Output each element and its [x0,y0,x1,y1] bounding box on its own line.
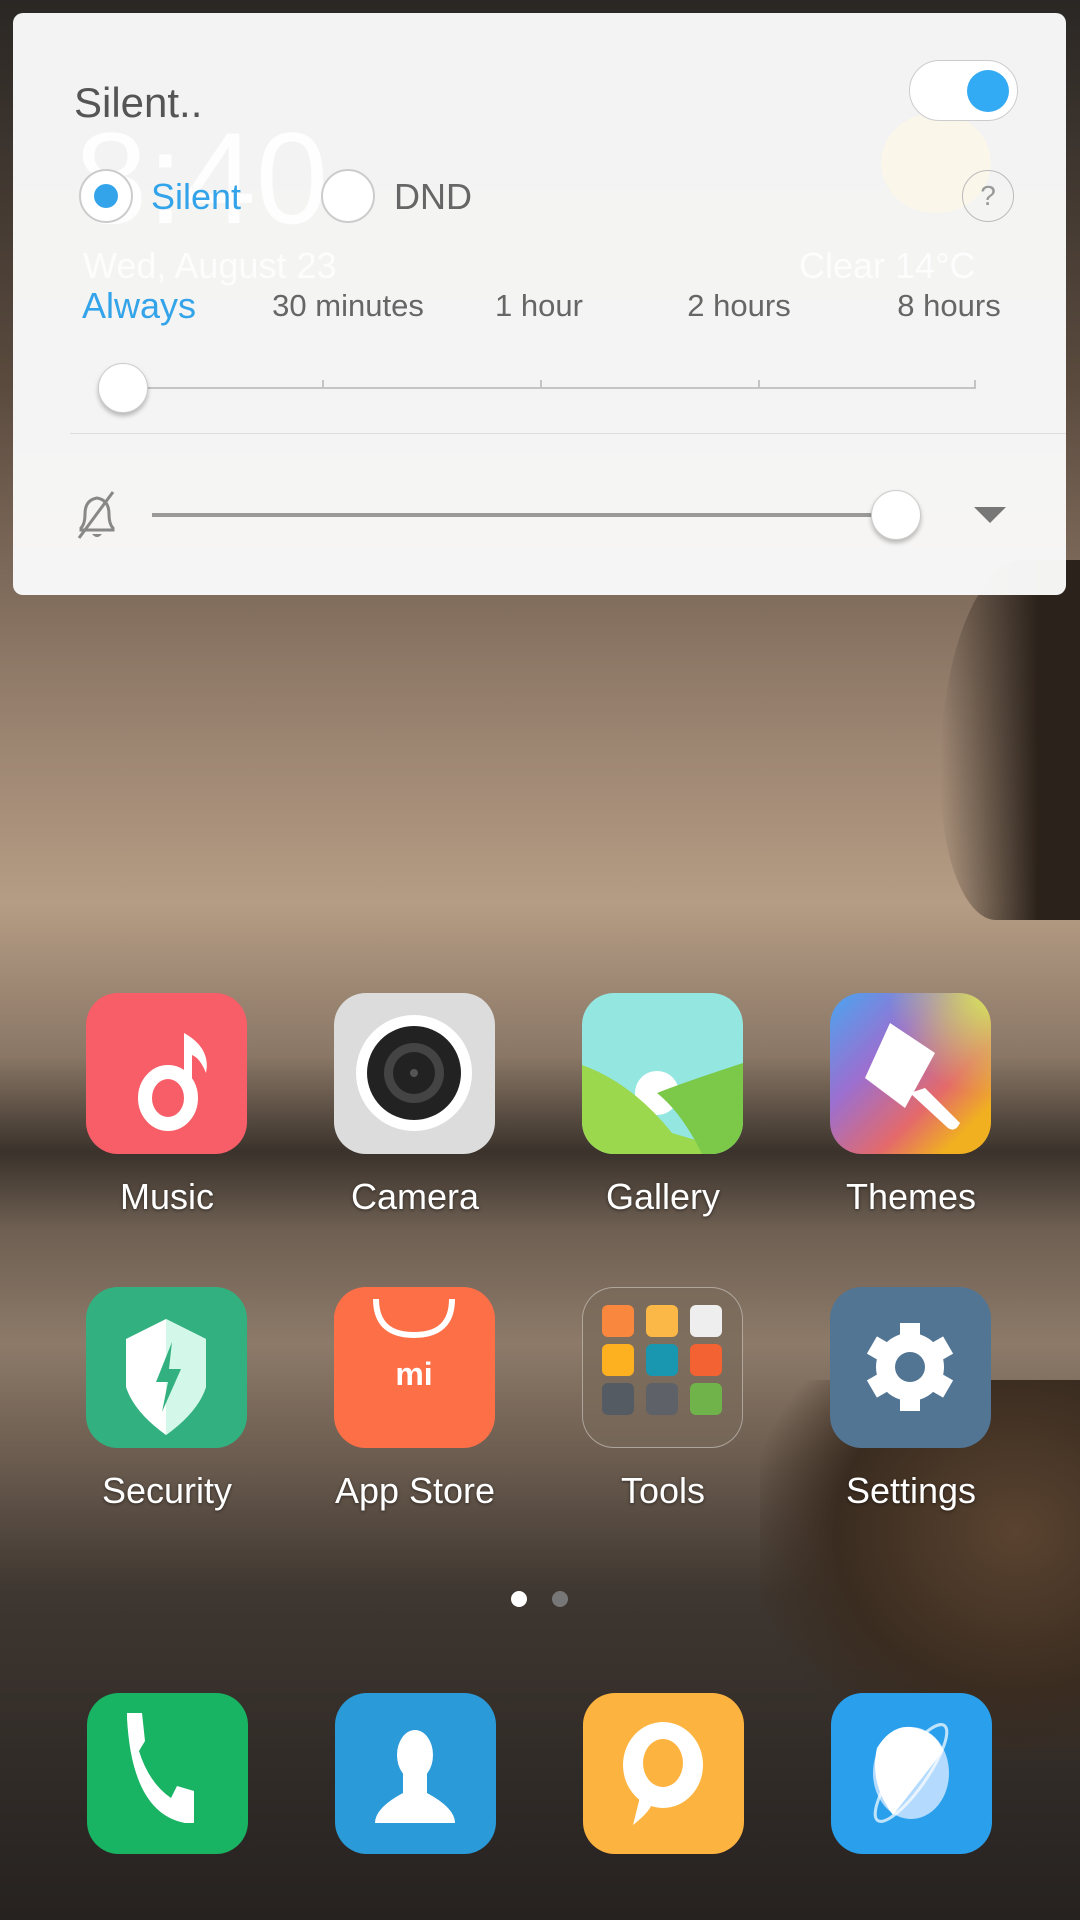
contacts-icon [375,1730,455,1823]
slider-tick [758,380,760,388]
mi-community-mini-icon [602,1344,634,1376]
phone-icon [127,1713,194,1823]
toggle-knob [967,70,1009,112]
duration-slider-knob[interactable] [98,363,148,413]
app-security[interactable] [86,1287,247,1448]
messages-icon [623,1722,703,1825]
bell-muted-icon [77,491,115,539]
page-indicator-active[interactable] [511,1591,527,1607]
volume-slider-track[interactable] [152,513,897,517]
app-gallery[interactable] [582,993,743,1154]
compass-mini-icon [602,1383,634,1415]
music-note-icon [138,1033,207,1131]
dock-messages[interactable] [583,1693,744,1854]
camera-lens-icon [356,1015,472,1131]
app-label: Gallery [605,1176,721,1217]
duration-1-hour[interactable]: 1 hour [495,288,583,324]
recorder-mini-icon [646,1344,678,1376]
lockscreen-date: Wed, August 23 [83,245,337,286]
wallpaper-tree [940,560,1080,920]
gear-icon [866,1323,954,1411]
expand-triangle-icon[interactable] [974,507,1006,523]
app-themes[interactable] [830,993,991,1154]
app-settings[interactable] [830,1287,991,1448]
dock-browser[interactable] [831,1693,992,1854]
paintbrush-icon [865,1023,960,1130]
notes-mini-icon [602,1305,634,1337]
silent-toggle[interactable] [909,60,1018,121]
radio-dot [94,184,118,208]
app-label: Music [119,1176,214,1217]
files-mini-icon [646,1305,678,1337]
radio-silent[interactable] [79,169,133,223]
video-mini-icon [690,1344,722,1376]
app-label: Tools [620,1470,706,1511]
radio-dnd[interactable] [321,169,375,223]
app-label: Themes [845,1176,977,1217]
duration-30-minutes[interactable]: 30 minutes [272,288,424,324]
radio-silent-label[interactable]: Silent [151,176,241,218]
help-button[interactable]: ? [962,170,1014,222]
shield-bolt-icon [126,1319,206,1435]
app-app-store[interactable]: mi [334,1287,495,1448]
app-camera[interactable] [334,993,495,1154]
app-label: App Store [334,1470,496,1511]
duration-always[interactable]: Always [82,285,196,327]
downloads-mini-icon [690,1383,722,1415]
volume-slider-knob[interactable] [871,490,921,540]
scanner-mini-icon [646,1383,678,1415]
svg-text:mi: mi [395,1356,432,1392]
app-label: Camera [350,1176,480,1217]
lockscreen-weather: Clear 14°C [799,245,976,286]
shopping-bag-icon: mi [373,1298,455,1392]
browser-icon [873,1723,949,1823]
dock-contacts[interactable] [335,1693,496,1854]
page-indicator[interactable] [552,1591,568,1607]
panel-title: Silent.. [74,79,203,126]
radio-dnd-label[interactable]: DND [394,176,472,218]
dock-phone[interactable] [87,1693,248,1854]
silent-mode-panel: 8:40 Wed, August 23 Clear 14°C Silent.. … [13,13,1066,595]
duration-2-hours[interactable]: 2 hours [687,288,790,324]
slider-tick [974,380,976,388]
duration-8-hours[interactable]: 8 hours [897,288,1000,324]
slider-tick [540,380,542,388]
app-music[interactable] [86,993,247,1154]
duration-slider-track[interactable] [123,387,976,389]
slider-tick [322,380,324,388]
folder-tools[interactable] [582,1287,743,1448]
landscape-icon [582,1063,743,1154]
divider [70,433,1066,434]
mail-mini-icon [690,1305,722,1337]
app-label: Settings [845,1470,977,1511]
app-label: Security [101,1470,233,1511]
